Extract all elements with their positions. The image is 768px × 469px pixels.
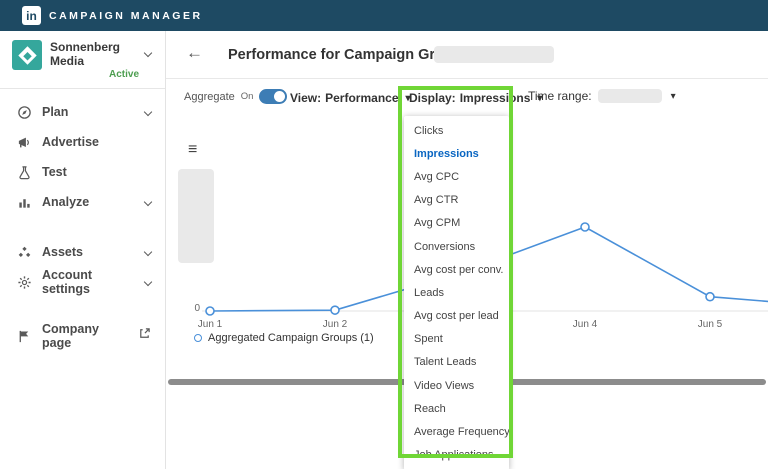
dropdown-item[interactable]: Reach [404,397,509,420]
dropdown-item[interactable]: Spent [404,328,509,351]
chart-point [330,305,340,315]
display-value: Impressions [459,91,531,105]
redacted-campaign-group-name [434,46,554,63]
chart-point [705,291,715,302]
account-name: Sonnenberg Media [50,40,121,68]
view-label: View: [290,91,322,105]
sidebar-item-label: Company page [42,322,99,350]
sidebar-item-account-settings[interactable]: Account settings [0,267,165,297]
aggregate-state-label: On [240,91,254,102]
linkedin-logo-text: in [26,8,37,23]
sidebar-item-test[interactable]: Test [0,157,165,187]
chart-menu-icon[interactable]: ≡ [188,141,197,159]
sidebar-item-label: Analyze [42,195,90,209]
campaign-manager-window: in CAMPAIGN MANAGER Sonnenberg Media Act… [0,0,768,469]
dropdown-item[interactable]: Impressions [404,142,509,165]
advertise-icon [16,135,32,150]
account-status-badge: Active [108,69,139,80]
plan-icon [16,105,32,120]
company-page-icon [16,329,32,344]
sidebar-item-analyze[interactable]: Analyze [0,187,165,217]
sidebar-item-company-page[interactable]: Company page [0,321,165,351]
dropdown-item[interactable]: Job Applications [404,444,509,467]
dropdown-item[interactable]: Average Frequency [404,420,510,443]
sidebar: Sonnenberg Media Active Plan Advertise T… [0,31,166,469]
chevron-down-icon [143,247,153,257]
dropdown-item[interactable]: Conversions [404,235,509,258]
dropdown-item[interactable]: Clicks [404,119,509,142]
redacted-y-axis-area [178,169,214,263]
sidebar-item-label: Account settings [42,268,92,296]
gear-icon [16,275,32,290]
back-button[interactable]: ← [186,43,203,63]
dropdown-item[interactable]: Video Views [404,374,509,397]
sidebar-item-label: Assets [42,245,83,259]
dropdown-item[interactable]: Avg CTR [404,189,509,212]
aggregate-label: Aggregate [184,90,235,103]
sidebar-menu: Plan Advertise Test Analyze Assets Accou… [0,89,165,351]
dropdown-item[interactable]: Avg cost per conv. [404,258,509,281]
account-switcher[interactable]: Sonnenberg Media Active [0,31,165,89]
sidebar-item-label: Advertise [42,135,99,149]
page-title: Performance for Campaign Group: [228,47,467,63]
redacted-time-range-value [597,89,662,103]
sidebar-item-assets[interactable]: Assets [0,237,165,267]
chevron-down-icon [143,277,153,287]
topbar: in CAMPAIGN MANAGER [0,0,768,31]
display-dropdown-button[interactable]: Display: Impressions ▾ [409,91,542,105]
dropdown-item[interactable]: Avg CPC [404,165,509,188]
chart-point [205,306,215,316]
sidebar-item-label: Test [42,165,67,179]
chart-legend: Aggregated Campaign Groups (1) [194,332,374,344]
aggregate-toggle[interactable] [259,89,288,104]
time-range-label: Time range: [528,89,592,103]
chevron-down-icon [143,48,153,58]
test-icon [16,165,32,180]
external-link-icon [138,327,151,345]
sidebar-item-label: Plan [42,105,69,119]
view-dropdown[interactable]: View: Performance ▾ [290,91,411,105]
assets-icon [16,245,32,260]
account-logo [12,40,42,70]
sidebar-item-plan[interactable]: Plan [0,97,165,127]
view-value: Performance [325,91,399,105]
display-label: Display: [409,91,456,105]
chevron-down-icon [143,197,153,207]
sidebar-item-advertise[interactable]: Advertise [0,127,165,157]
dropdown-item[interactable]: Leads [404,281,509,304]
y-axis-zero-label: 0 [194,303,200,314]
main-area: ← Performance for Campaign Group: Aggreg… [166,31,768,469]
display-dropdown-menu: Clicks Impressions Avg CPC Avg CTR Avg CPM Co… [404,116,510,469]
analyze-icon [16,195,32,210]
legend-label: Aggregated Campaign Groups (1) [208,332,374,344]
caret-down-icon: ▾ [670,90,676,102]
dropdown-item[interactable]: Talent Leads [404,351,509,374]
dropdown-item[interactable]: Avg cost per lead [404,305,509,328]
legend-marker-icon [194,334,202,342]
dropdown-item[interactable]: Avg CPM [404,212,509,235]
chart-point [580,222,590,232]
app-title: CAMPAIGN MANAGER [49,9,203,22]
time-range-dropdown[interactable]: Time range: ▾ [528,89,676,103]
chevron-down-icon [143,107,153,117]
toggle-knob [274,91,286,102]
aggregate-control: Aggregate On [184,89,288,104]
linkedin-logo-icon[interactable]: in [22,6,41,25]
